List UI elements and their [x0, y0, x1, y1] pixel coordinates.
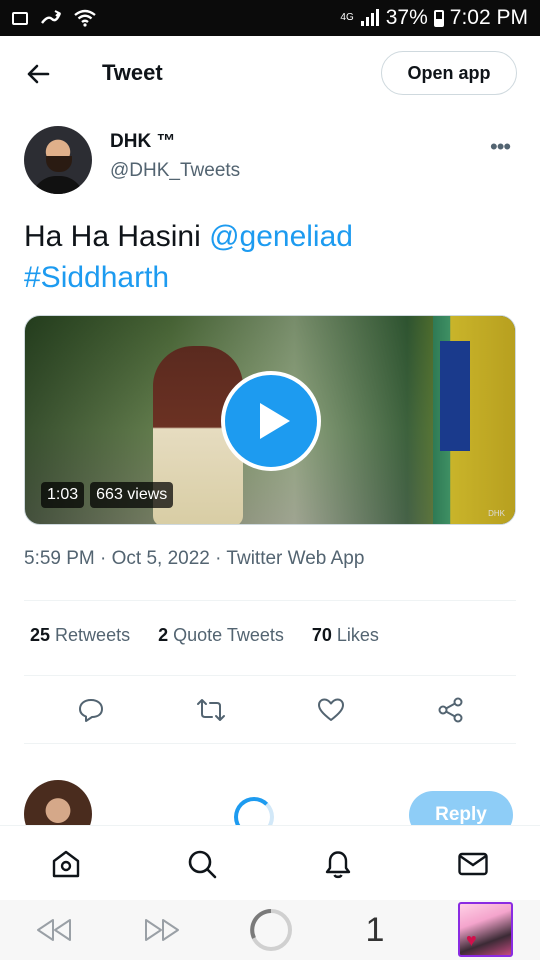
quotes-label: Quote Tweets	[173, 625, 284, 645]
video-player[interactable]: 1:03 663 views DHK	[24, 315, 516, 525]
video-watermark: DHK	[488, 509, 505, 518]
page-header: Tweet Open app	[0, 36, 540, 111]
author-handle[interactable]: @DHK_Tweets	[110, 160, 240, 182]
heart-icon: ♥	[466, 930, 477, 950]
home-icon[interactable]	[48, 846, 84, 882]
video-duration: 1:03	[41, 482, 85, 508]
back-arrow-icon[interactable]	[24, 60, 52, 88]
battery-percent: 37%	[385, 6, 428, 29]
play-button[interactable]	[221, 371, 321, 471]
fast-forward-icon[interactable]	[142, 910, 182, 950]
retweets-label: Retweets	[55, 625, 131, 645]
gallery-notification-icon	[12, 11, 28, 25]
retweets-count: 25	[30, 625, 51, 645]
avatar-beard	[46, 156, 72, 172]
status-right-icons: 4G 37% 7:02 PM	[340, 6, 528, 30]
browser-toolbar: 1 ♥	[0, 900, 540, 960]
tweet-stats: 25 Retweets 2 Quote Tweets 70 Likes	[30, 625, 379, 646]
divider	[24, 600, 516, 601]
mention-link[interactable]: @geneliad	[209, 220, 353, 253]
play-icon	[260, 403, 290, 439]
tweet-timestamp[interactable]: 5:59 PM · Oct 5, 2022 · Twitter Web App	[24, 548, 364, 570]
avatar-shirt	[32, 176, 84, 194]
retweet-icon[interactable]	[195, 694, 227, 726]
likes-count: 70	[311, 625, 332, 645]
loading-circle-icon	[248, 909, 294, 951]
author-avatar[interactable]	[24, 126, 92, 194]
quote-tweets-stat[interactable]: 2 Quote Tweets	[158, 625, 284, 646]
bottom-nav	[0, 825, 540, 901]
search-icon[interactable]	[184, 846, 220, 882]
retweets-stat[interactable]: 25 Retweets	[30, 625, 130, 646]
wifi-icon	[74, 9, 96, 27]
like-heart-icon[interactable]	[315, 694, 347, 726]
share-icon[interactable]	[435, 694, 467, 726]
author-display-name[interactable]: DHK ™	[110, 131, 175, 153]
page-title: Tweet	[102, 60, 163, 85]
hashtag-link[interactable]: #Siddharth	[24, 261, 169, 294]
divider	[24, 675, 516, 676]
network-type: 4G	[340, 12, 354, 23]
divider	[24, 743, 516, 744]
video-badges: 1:03 663 views	[41, 482, 174, 508]
profile-thumbnail[interactable]: ♥	[458, 902, 513, 957]
video-frame-sign	[440, 341, 470, 451]
battery-icon	[433, 9, 444, 27]
likes-label: Likes	[336, 625, 379, 645]
video-views: 663 views	[90, 482, 174, 508]
signal-icon	[360, 9, 379, 26]
reply-icon[interactable]	[75, 694, 107, 726]
status-left-icons	[12, 9, 96, 27]
rewind-icon[interactable]	[34, 910, 74, 950]
data-saver-icon	[41, 10, 62, 24]
notifications-bell-icon[interactable]	[320, 846, 356, 882]
likes-stat[interactable]: 70 Likes	[312, 625, 379, 646]
messages-envelope-icon[interactable]	[455, 846, 491, 882]
quotes-count: 2	[158, 625, 169, 645]
tweet-actions	[0, 690, 540, 732]
tweet-text-plain: Ha Ha Hasini	[24, 220, 201, 253]
more-options-icon[interactable]: •••	[490, 134, 511, 160]
clock: 7:02 PM	[449, 6, 528, 29]
open-app-button[interactable]: Open app	[381, 51, 517, 95]
tweet-text: Ha Ha Hasini @geneliad #Siddharth	[24, 216, 514, 298]
tab-count[interactable]: 1	[360, 910, 390, 950]
status-bar: 4G 37% 7:02 PM	[0, 0, 540, 36]
